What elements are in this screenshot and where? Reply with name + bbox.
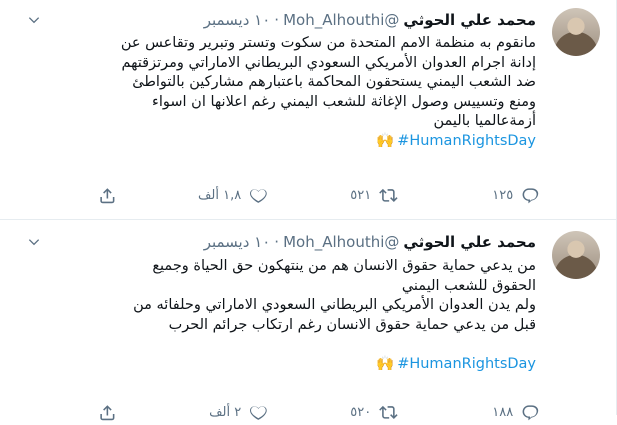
author-handle[interactable]: @Moh_Alhouthi	[283, 233, 399, 251]
tweet-text-line: من يدعي حماية حقوق الانسان هم من ينتهكون…	[152, 258, 536, 274]
share-button[interactable]	[98, 186, 117, 205]
retweet-icon	[379, 186, 398, 205]
retweet-icon	[379, 403, 398, 422]
tweet-text-line: أزمةعالميا باليمن	[433, 113, 536, 129]
avatar[interactable]	[552, 8, 600, 56]
tweet-text-line: ولم يدن العدوان الأمريكي البريطاني السعو…	[133, 297, 536, 313]
tweet-header: محمد علي الحوثي @Moh_Alhouthi · ١٠ ديسمب…	[204, 11, 536, 29]
hashtag-line: #HumanRightsDay 🙌	[68, 132, 536, 152]
tweet-text-line: مانقوم به منظمة الامم المتحدة من سكوت وت…	[120, 35, 536, 51]
retweet-button[interactable]: ٥٢١	[350, 186, 398, 205]
like-button[interactable]: ١,٨ ألف	[198, 186, 268, 205]
tweet-actions: ١٢٥ ٥٢١ ١,٨ ألف	[0, 186, 616, 208]
reply-icon	[521, 186, 540, 205]
reply-button[interactable]: ١٨٨	[492, 403, 540, 422]
like-count: ٢ ألف	[209, 404, 242, 420]
tweet-text-line: ضد الشعب اليمني يستحقون المحاكمة باعتبار…	[132, 74, 536, 90]
chevron-down-icon[interactable]	[26, 234, 42, 250]
chevron-down-icon[interactable]	[26, 12, 42, 28]
hashtag-link[interactable]: #HumanRightsDay	[397, 132, 536, 152]
hashtag-line: #HumanRightsDay 🙌	[68, 355, 536, 375]
raising-hands-emoji: 🙌	[376, 132, 395, 149]
tweet-text-line: ومنع وتسييس وصول الإغاثة للشعب اليمني رغ…	[152, 93, 536, 110]
tweet-text-line: إدانة اجرام العدوان الأمريكي السعودي الب…	[121, 54, 536, 71]
tweet-timestamp[interactable]: ١٠ ديسمبر	[204, 11, 271, 29]
share-button[interactable]	[98, 403, 117, 422]
hashtag-link[interactable]: #HumanRightsDay	[397, 355, 536, 375]
tweet[interactable]: محمد علي الحوثي @Moh_Alhouthi · ١٠ ديسمب…	[0, 0, 616, 219]
reply-icon	[521, 403, 540, 422]
like-button[interactable]: ٢ ألف	[209, 403, 268, 422]
tweet[interactable]: محمد علي الحوثي @Moh_Alhouthi · ١٠ ديسمب…	[0, 219, 616, 421]
retweet-button[interactable]: ٥٢٠	[350, 403, 398, 422]
heart-icon	[249, 186, 268, 205]
share-icon	[98, 403, 117, 422]
reply-count: ١٨٨	[492, 404, 514, 420]
reply-button[interactable]: ١٢٥	[492, 186, 540, 205]
tweet-timestamp[interactable]: ١٠ ديسمبر	[204, 233, 271, 251]
author-name[interactable]: محمد علي الحوثي	[403, 233, 536, 251]
retweet-count: ٥٢١	[350, 187, 372, 203]
separator-dot: ·	[274, 11, 280, 29]
avatar[interactable]	[552, 231, 600, 279]
like-count: ١,٨ ألف	[197, 187, 242, 203]
author-handle[interactable]: @Moh_Alhouthi	[283, 11, 399, 29]
tweet-text-line: قبل من يدعي حماية حقوق الانسان رغم ارتكا…	[168, 316, 536, 333]
author-name[interactable]: محمد علي الحوثي	[403, 11, 536, 29]
tweet-actions: ١٨٨ ٥٢٠ ٢ ألف	[0, 403, 616, 425]
retweet-count: ٥٢٠	[350, 404, 372, 420]
separator-dot: ·	[274, 233, 280, 251]
tweet-header: محمد علي الحوثي @Moh_Alhouthi · ١٠ ديسمب…	[204, 233, 536, 251]
tweet-text: مانقوم به منظمة الامم المتحدة من سكوت وت…	[68, 34, 536, 151]
raising-hands-emoji: 🙌	[376, 355, 395, 372]
heart-icon	[249, 403, 268, 422]
tweet-text-line: الحقوق للشعب اليمني	[401, 277, 536, 294]
reply-count: ١٢٥	[492, 187, 514, 203]
tweet-text: من يدعي حماية حقوق الانسان هم من ينتهكون…	[68, 257, 536, 374]
share-icon	[98, 186, 117, 205]
